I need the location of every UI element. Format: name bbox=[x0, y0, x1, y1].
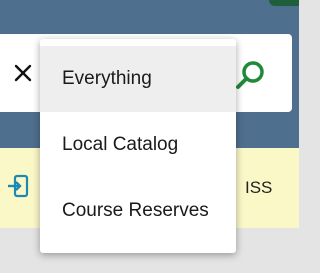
clear-search-button[interactable] bbox=[12, 62, 34, 84]
dropdown-item-local-catalog[interactable]: Local Catalog bbox=[40, 112, 236, 178]
close-icon bbox=[14, 64, 32, 82]
notice-text: ISS bbox=[245, 178, 273, 197]
login-icon[interactable] bbox=[6, 174, 30, 198]
dropdown-item-everything[interactable]: Everything bbox=[40, 46, 236, 112]
search-scope-dropdown: Everything Local Catalog Course Reserves bbox=[40, 39, 236, 253]
search-icon bbox=[236, 61, 264, 89]
header-accent bbox=[269, 0, 299, 6]
top-bar bbox=[0, 0, 299, 28]
search-button[interactable] bbox=[232, 58, 268, 94]
dropdown-item-course-reserves[interactable]: Course Reserves bbox=[40, 178, 236, 244]
